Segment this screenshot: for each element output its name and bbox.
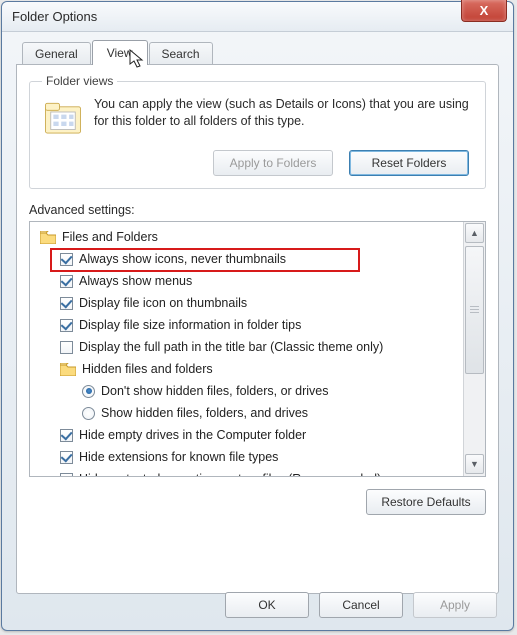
folder-views-label: Folder views bbox=[42, 74, 117, 88]
folder-options-dialog: Folder Options X General View Search Fol… bbox=[1, 1, 514, 631]
folder-views-description: You can apply the view (such as Details … bbox=[94, 96, 473, 140]
tree-item-always-show-icons[interactable]: Always show icons, never thumbnails bbox=[34, 248, 459, 270]
radio-icon[interactable] bbox=[82, 407, 95, 420]
tree-radio-show-hidden[interactable]: Show hidden files, folders, and drives bbox=[34, 402, 459, 424]
tree-item-label: Hide extensions for known file types bbox=[79, 450, 278, 464]
close-icon: X bbox=[480, 3, 489, 18]
tree-content: Files and Folders Always show icons, nev… bbox=[30, 222, 463, 476]
tree-item-label: Display file size information in folder … bbox=[79, 318, 301, 332]
client-area: General View Search Folder views bbox=[2, 32, 513, 604]
folder-views-icon bbox=[42, 98, 84, 140]
tree-radio-dont-show-hidden[interactable]: Don't show hidden files, folders, or dri… bbox=[34, 380, 459, 402]
chevron-down-icon: ▼ bbox=[470, 459, 479, 469]
window-title: Folder Options bbox=[12, 9, 97, 24]
apply-button[interactable]: Apply bbox=[413, 592, 497, 618]
apply-to-folders-button[interactable]: Apply to Folders bbox=[213, 150, 333, 176]
tree-item-hide-empty-drives[interactable]: Hide empty drives in the Computer folder bbox=[34, 424, 459, 446]
vertical-scrollbar[interactable]: ▲ ▼ bbox=[463, 222, 485, 476]
tree-item-label: Hide protected operating system files (R… bbox=[79, 472, 381, 476]
tree-item-label: Don't show hidden files, folders, or dri… bbox=[101, 384, 329, 398]
tree-item-label: Display the full path in the title bar (… bbox=[79, 340, 383, 354]
checkbox-icon[interactable] bbox=[60, 319, 73, 332]
tree-item-label: Always show menus bbox=[79, 274, 192, 288]
checkbox-icon[interactable] bbox=[60, 473, 73, 477]
tab-view[interactable]: View bbox=[92, 40, 148, 65]
tab-panel-view: Folder views You can apply the view (suc… bbox=[16, 64, 499, 594]
advanced-settings-tree[interactable]: Files and Folders Always show icons, nev… bbox=[29, 221, 486, 477]
advanced-settings-label: Advanced settings: bbox=[29, 203, 486, 217]
tree-item-hide-protected-os-files[interactable]: Hide protected operating system files (R… bbox=[34, 468, 459, 476]
restore-defaults-button[interactable]: Restore Defaults bbox=[366, 489, 486, 515]
cancel-button[interactable]: Cancel bbox=[319, 592, 403, 618]
chevron-up-icon: ▲ bbox=[470, 228, 479, 238]
folder-icon bbox=[60, 363, 76, 376]
checkbox-icon[interactable] bbox=[60, 275, 73, 288]
checkbox-icon[interactable] bbox=[60, 451, 73, 464]
tree-item-label: Always show icons, never thumbnails bbox=[79, 252, 286, 266]
reset-folders-button[interactable]: Reset Folders bbox=[349, 150, 469, 176]
tab-general[interactable]: General bbox=[22, 42, 91, 65]
tree-item-display-file-icon[interactable]: Display file icon on thumbnails bbox=[34, 292, 459, 314]
titlebar[interactable]: Folder Options X bbox=[2, 2, 513, 32]
dialog-buttons: OK Cancel Apply bbox=[225, 592, 497, 618]
tree-group-files-and-folders[interactable]: Files and Folders bbox=[34, 226, 459, 248]
tab-search[interactable]: Search bbox=[149, 42, 213, 65]
checkbox-icon[interactable] bbox=[60, 341, 73, 354]
tree-group-label: Files and Folders bbox=[62, 230, 158, 244]
tree-item-label: Hide empty drives in the Computer folder bbox=[79, 428, 306, 442]
tree-item-display-file-size[interactable]: Display file size information in folder … bbox=[34, 314, 459, 336]
scroll-up-button[interactable]: ▲ bbox=[465, 223, 484, 243]
folder-views-group: Folder views You can apply the view (suc… bbox=[29, 81, 486, 189]
radio-icon[interactable] bbox=[82, 385, 95, 398]
tree-item-always-show-menus[interactable]: Always show menus bbox=[34, 270, 459, 292]
checkbox-icon[interactable] bbox=[60, 297, 73, 310]
tabstrip: General View Search bbox=[16, 40, 499, 65]
tree-item-label: Display file icon on thumbnails bbox=[79, 296, 247, 310]
tree-item-display-full-path[interactable]: Display the full path in the title bar (… bbox=[34, 336, 459, 358]
tree-group-label: Hidden files and folders bbox=[82, 362, 213, 376]
close-button[interactable]: X bbox=[461, 0, 507, 22]
scroll-down-button[interactable]: ▼ bbox=[465, 454, 484, 474]
checkbox-icon[interactable] bbox=[60, 253, 73, 266]
scroll-thumb[interactable] bbox=[465, 246, 484, 374]
checkbox-icon[interactable] bbox=[60, 429, 73, 442]
ok-button[interactable]: OK bbox=[225, 592, 309, 618]
tree-item-label: Show hidden files, folders, and drives bbox=[101, 406, 308, 420]
tree-item-hide-extensions[interactable]: Hide extensions for known file types bbox=[34, 446, 459, 468]
tree-group-hidden-files[interactable]: Hidden files and folders bbox=[34, 358, 459, 380]
folder-icon bbox=[40, 231, 56, 244]
